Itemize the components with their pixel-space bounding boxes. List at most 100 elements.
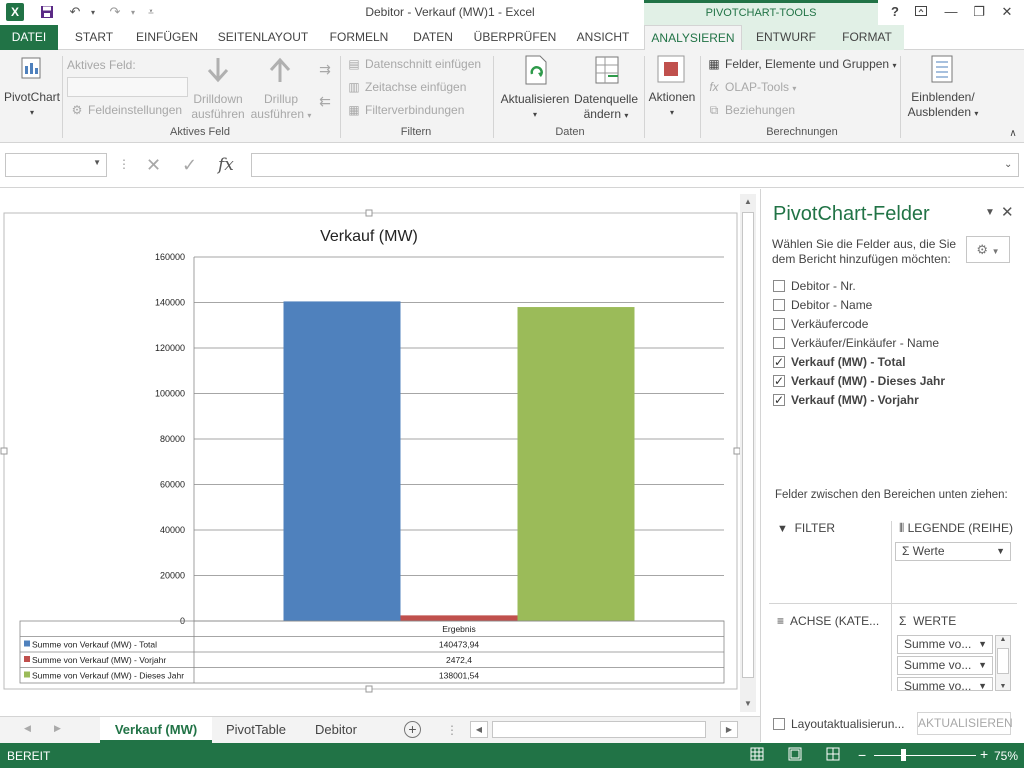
show-hide-button[interactable]: Einblenden/Ausblenden ▾ (904, 90, 982, 121)
close-pane-icon[interactable]: ✕ (1001, 203, 1014, 221)
zoom-slider-thumb[interactable] (901, 749, 906, 761)
field-list-item[interactable]: Verkauf (MW) - Dieses Jahr (773, 372, 945, 390)
tab-formulas[interactable]: FORMELN (322, 25, 396, 50)
sheet-tab-debitor[interactable]: Debitor (300, 717, 372, 743)
value-item[interactable]: Summe vo... ▼ (897, 677, 993, 691)
page-break-view-icon[interactable] (826, 747, 840, 764)
zoom-in-icon[interactable]: + (980, 746, 988, 762)
customize-qat-icon[interactable]: ⩡ (142, 3, 160, 21)
field-settings-button[interactable]: ⚙ Feldeinstellungen (69, 100, 182, 120)
pivot-chart[interactable]: Verkauf (MW) 020000400006000080000100000… (0, 189, 740, 716)
drillup-button[interactable]: Drillup ausführen ▾ (246, 92, 316, 123)
legend-values-item[interactable]: Σ Werte ▼ (895, 542, 1011, 561)
field-list-item[interactable]: Verkauf (MW) - Total (773, 353, 905, 371)
zoom-out-icon[interactable]: − (858, 747, 866, 763)
relationships-button[interactable]: ⧉ Beziehungen (706, 100, 795, 120)
filter-zone[interactable]: ▼ FILTER (777, 521, 835, 535)
value-item[interactable]: Summe vo... ▼ (897, 656, 993, 675)
active-field-input[interactable] (67, 77, 188, 97)
zoom-level[interactable]: 75% (994, 749, 1018, 763)
ribbon-display-options-button[interactable] (910, 3, 932, 21)
field-list-item[interactable]: Debitor - Name (773, 296, 872, 314)
field-checkbox[interactable] (773, 318, 785, 330)
pane-options-icon[interactable]: ▼ (985, 207, 995, 218)
legend-zone[interactable]: ⦀ LEGENDE (REIHE) (899, 521, 1013, 536)
undo-dropdown-icon[interactable]: ▾ (84, 3, 102, 21)
olap-tools-button[interactable]: fx OLAP-Tools ▾ (706, 77, 796, 97)
redo-icon[interactable]: ↷ (106, 3, 124, 21)
tab-page-layout[interactable]: SEITENLAYOUT (212, 25, 314, 50)
filter-connections-button[interactable]: ▦ Filterverbindungen (346, 100, 464, 120)
insert-slicer-button[interactable]: ▤ Datenschnitt einfügen (346, 54, 481, 74)
hscroll-left-icon[interactable]: ◀ (470, 721, 488, 738)
redo-dropdown-icon[interactable]: ▾ (124, 3, 142, 21)
sheet-tab-verkauf-mw[interactable]: Verkauf (MW) (100, 717, 212, 743)
sheet-scroll-left-icon[interactable]: ◀ (24, 723, 31, 734)
close-window-button[interactable]: ✕ (996, 3, 1018, 21)
chart-bar[interactable] (400, 615, 518, 621)
horizontal-scroll-thumb[interactable] (492, 721, 706, 738)
vertical-scrollbar[interactable]: ▲ ▼ (740, 194, 756, 712)
values-scroll-down-icon[interactable]: ▼ (996, 683, 1010, 690)
field-list-item[interactable]: Verkauf (MW) - Vorjahr (773, 391, 919, 409)
confirm-formula-icon[interactable]: ✓ (182, 155, 197, 176)
pivotchart-dropdown-icon[interactable]: ▾ (2, 105, 62, 120)
field-checkbox[interactable] (773, 372, 785, 390)
tab-start[interactable]: START (66, 25, 122, 50)
tab-file[interactable]: DATEI (0, 25, 58, 50)
scroll-down-icon[interactable]: ▼ (740, 696, 756, 712)
field-checkbox[interactable] (773, 337, 785, 349)
hscroll-right-icon[interactable]: ▶ (720, 721, 738, 738)
tab-view[interactable]: ANSICHT (568, 25, 638, 50)
cancel-formula-icon[interactable]: ✕ (146, 155, 161, 176)
expand-field-icon[interactable]: ⇉ (316, 62, 334, 77)
field-checkbox[interactable] (773, 391, 785, 409)
tab-format[interactable]: FORMAT (830, 25, 904, 50)
restore-button[interactable]: ❐ (968, 3, 990, 21)
tab-design[interactable]: ENTWURF (742, 25, 830, 50)
drilldown-button[interactable]: Drilldown ausführen (186, 92, 250, 122)
values-scroll-up-icon[interactable]: ▲ (996, 636, 1010, 643)
zoom-slider[interactable] (874, 755, 976, 756)
field-list-item[interactable]: Debitor - Nr. (773, 277, 856, 295)
collapse-field-icon[interactable]: ⇇ (316, 94, 334, 109)
sheet-scroll-right-icon[interactable]: ▶ (54, 723, 61, 734)
page-layout-view-icon[interactable] (788, 747, 802, 764)
fields-items-sets-button[interactable]: ▦ Felder, Elemente und Gruppen ▾ (706, 54, 896, 74)
collapse-ribbon-icon[interactable]: ∧ (1006, 126, 1020, 141)
value-item-dropdown-icon[interactable]: ▼ (978, 636, 987, 653)
defer-layout-update[interactable]: Layoutaktualisierun... (773, 717, 904, 731)
minimize-button[interactable]: — (940, 3, 962, 21)
pivotchart-button[interactable]: PivotChart (2, 90, 62, 105)
update-button[interactable]: AKTUALISIEREN (917, 712, 1013, 735)
tab-split-grip-icon[interactable]: ⋮ (446, 723, 458, 737)
values-zone[interactable]: Σ WERTE (899, 614, 956, 628)
tab-data[interactable]: DATEN (404, 25, 462, 50)
scroll-up-icon[interactable]: ▲ (740, 194, 756, 210)
selection-handle[interactable] (0, 447, 8, 455)
vertical-scroll-thumb[interactable] (742, 212, 754, 678)
chart-title[interactable]: Verkauf (MW) (320, 228, 418, 245)
field-checkbox[interactable] (773, 299, 785, 311)
sheet-tab-pivottable[interactable]: PivotTable (212, 717, 300, 743)
tab-insert[interactable]: EINFÜGEN (130, 25, 204, 50)
change-data-source-button[interactable]: Datenquelle ändern ▾ (572, 92, 640, 123)
actions-button[interactable]: Aktionen ▾ (646, 90, 698, 120)
name-box[interactable]: ▼ (5, 153, 107, 177)
help-button[interactable]: ? (884, 3, 906, 21)
values-zone-scrollbar[interactable]: ▲ ▼ (995, 635, 1011, 691)
insert-timeline-button[interactable]: ▥ Zeitachse einfügen (346, 77, 466, 97)
value-item-dropdown-icon[interactable]: ▼ (978, 657, 987, 674)
selection-handle[interactable] (365, 209, 373, 217)
normal-view-icon[interactable] (750, 747, 764, 764)
defer-layout-update-checkbox[interactable] (773, 718, 785, 730)
name-box-dropdown-icon[interactable]: ▼ (93, 158, 101, 167)
field-list-layout-button[interactable]: ⚙ ▼ (966, 236, 1010, 263)
field-list-item[interactable]: Verkäufer/Einkäufer - Name (773, 334, 939, 352)
undo-icon[interactable]: ↶ (66, 3, 84, 21)
insert-function-icon[interactable]: fx (218, 155, 234, 175)
value-item-dropdown-icon[interactable]: ▼ (978, 678, 987, 690)
formula-input[interactable] (251, 153, 1019, 177)
axis-zone[interactable]: ≡ ACHSE (KATE... (777, 614, 879, 628)
value-item[interactable]: Summe vo... ▼ (897, 635, 993, 654)
